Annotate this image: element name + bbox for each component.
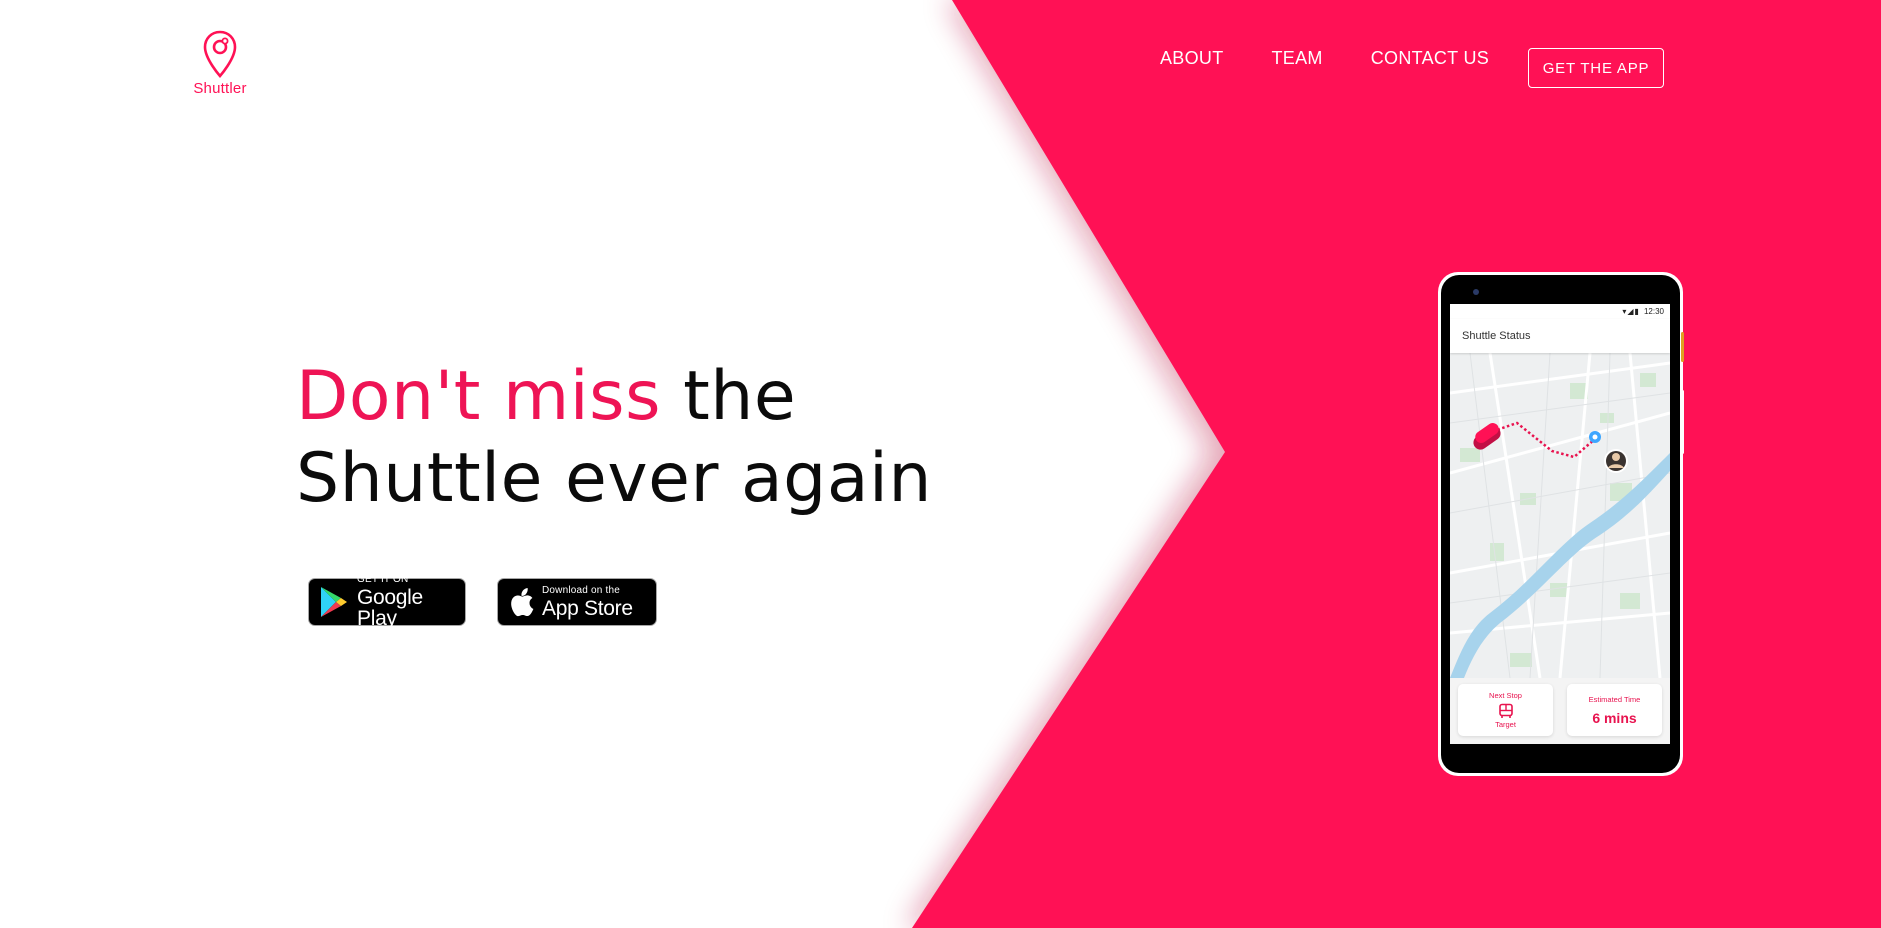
brand-name: Shuttler	[193, 80, 247, 97]
app-title: Shuttle Status	[1462, 330, 1531, 342]
app-store-big-text: App Store	[542, 596, 633, 620]
hero-headline: Don't miss the Shuttle ever again	[296, 356, 932, 520]
status-bar: ▾◢▮ 12:30	[1450, 304, 1670, 319]
phone-volume-button	[1681, 332, 1684, 362]
google-play-icon	[319, 586, 349, 618]
headline-line1-rest: the	[661, 357, 797, 436]
google-play-big-text: Google Play	[357, 586, 423, 630]
nav-link-contact[interactable]: CONTACT US	[1371, 48, 1489, 69]
next-stop-value: Target	[1495, 720, 1516, 729]
phone-mockup: ▾◢▮ 12:30 Shuttle Status Next Stop Targe…	[1438, 272, 1684, 776]
get-the-app-button[interactable]: GET THE APP	[1528, 48, 1664, 88]
top-nav: ABOUT TEAM CONTACT US	[1160, 48, 1489, 69]
nav-link-team[interactable]: TEAM	[1272, 48, 1323, 69]
destination-marker[interactable]	[1589, 431, 1601, 443]
eta-value: 6 mins	[1592, 709, 1637, 726]
next-stop-label: Next Stop	[1489, 691, 1522, 700]
nav-link-about[interactable]: ABOUT	[1160, 48, 1224, 69]
phone-body: ▾◢▮ 12:30 Shuttle Status Next Stop Targe…	[1441, 275, 1680, 773]
map-pin-icon	[203, 30, 237, 78]
signal-icons: ▾◢▮	[1622, 307, 1640, 316]
front-camera	[1473, 289, 1479, 295]
app-title-bar: Shuttle Status	[1450, 319, 1670, 353]
headline-accent: Don't miss	[296, 357, 662, 436]
eta-label: Estimated Time	[1588, 694, 1641, 704]
estimated-time-card[interactable]: Estimated Time 6 mins	[1567, 684, 1662, 736]
google-play-small-text: GET IT ON	[357, 574, 409, 585]
phone-power-button	[1681, 390, 1684, 454]
apple-icon	[508, 587, 534, 617]
phone-screen: ▾◢▮ 12:30 Shuttle Status Next Stop Targe…	[1450, 304, 1670, 744]
user-avatar[interactable]	[1604, 449, 1628, 473]
next-stop-card[interactable]: Next Stop Target	[1458, 684, 1553, 736]
status-time: 12:30	[1643, 307, 1664, 316]
shuttle-info-cards: Next Stop Target Estimated Time 6 mins	[1450, 678, 1670, 744]
route-map[interactable]	[1450, 353, 1670, 678]
app-store-badge[interactable]: Download on the App Store	[497, 578, 657, 626]
bus-icon	[1498, 703, 1513, 718]
brand-logo[interactable]: Shuttler	[190, 30, 250, 97]
headline-line2: Shuttle ever again	[296, 439, 933, 518]
app-store-small-text: Download on the	[542, 584, 621, 596]
google-play-badge[interactable]: GET IT ON Google Play	[308, 574, 466, 630]
